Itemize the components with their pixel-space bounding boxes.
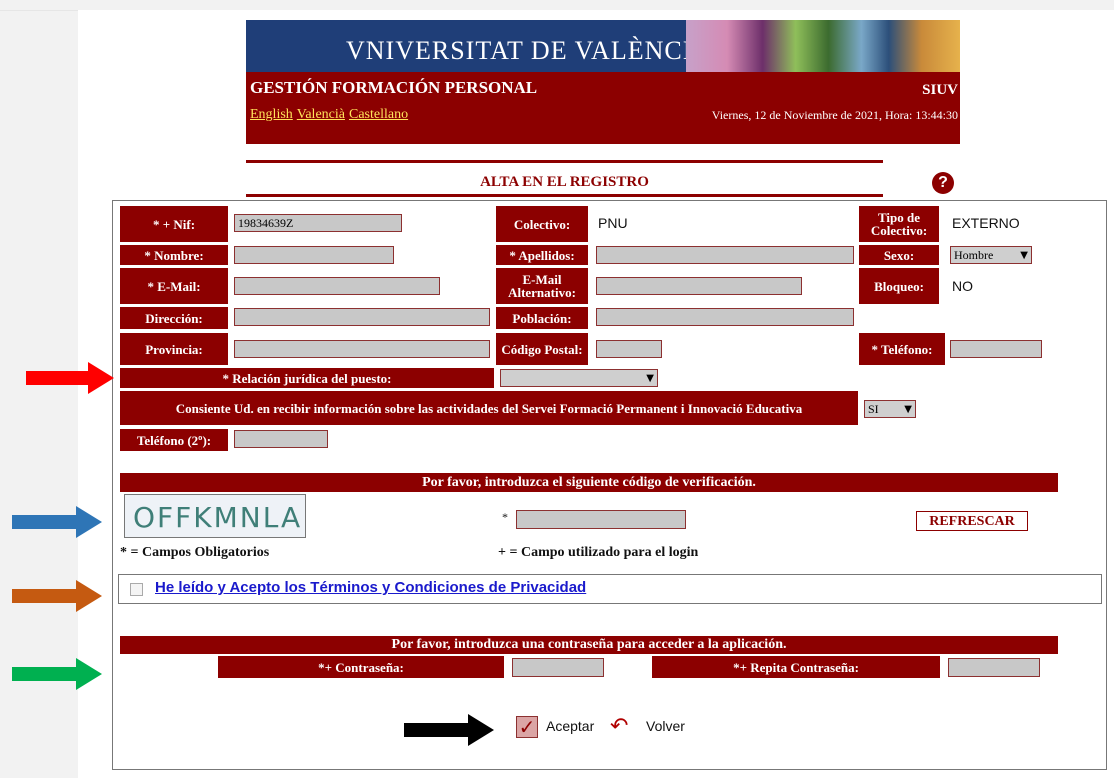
divider-line bbox=[246, 160, 883, 163]
repeat-password-input[interactable] bbox=[948, 658, 1040, 677]
telefono-input[interactable] bbox=[950, 340, 1042, 358]
apellidos-input[interactable] bbox=[596, 246, 854, 264]
relacion-juridica-label: * Relación jurídica del puesto: bbox=[120, 368, 494, 388]
refresh-button[interactable]: REFRESCAR bbox=[916, 511, 1028, 531]
help-icon[interactable]: ? bbox=[932, 172, 954, 194]
provincia-input[interactable] bbox=[234, 340, 490, 358]
poblacion-label: Población: bbox=[496, 307, 588, 329]
terms-row: He leído y Acepto los Términos y Condici… bbox=[118, 574, 1102, 604]
lang-english-link[interactable]: English bbox=[250, 107, 293, 122]
captcha-input[interactable] bbox=[516, 510, 686, 529]
telefono-label: * Teléfono: bbox=[859, 333, 945, 365]
repeat-password-label: *+ Repita Contraseña: bbox=[652, 656, 940, 678]
bloqueo-label: Bloqueo: bbox=[859, 268, 939, 304]
back-arrow-icon[interactable]: ↶ bbox=[610, 716, 636, 738]
university-banner: VNIVERSITAT DE VALÈNCIA bbox=[246, 20, 960, 72]
consiente-select[interactable]: SI ▼ bbox=[864, 400, 916, 418]
email-input[interactable] bbox=[234, 277, 440, 295]
email-alt-label: E-Mail Alternativo: bbox=[496, 268, 588, 304]
lang-valencia-link[interactable]: Valencià bbox=[297, 107, 345, 122]
banner-photos bbox=[686, 20, 960, 72]
relacion-juridica-select[interactable]: ▼ bbox=[500, 369, 658, 387]
bloqueo-value: NO bbox=[952, 278, 973, 294]
lang-castellano-link[interactable]: Castellano bbox=[349, 107, 408, 122]
apellidos-label: * Apellidos: bbox=[496, 245, 588, 265]
consiente-label: Consiente Ud. en recibir información sob… bbox=[120, 391, 858, 425]
codigo-postal-label: Código Postal: bbox=[496, 333, 588, 365]
accept-check-icon[interactable]: ✓ bbox=[516, 716, 538, 738]
password-banner: Por favor, introduzca una contraseña par… bbox=[120, 636, 1058, 654]
chevron-down-icon: ▼ bbox=[904, 403, 912, 415]
terms-checkbox[interactable] bbox=[130, 583, 143, 596]
tipo-colectivo-label: Tipo de Colectivo: bbox=[859, 206, 939, 242]
divider-line bbox=[246, 194, 883, 197]
password-label: *+ Contraseña: bbox=[218, 656, 504, 678]
sexo-label: Sexo: bbox=[859, 245, 939, 265]
nombre-input[interactable] bbox=[234, 246, 394, 264]
captcha-image: OFFKMNLA bbox=[124, 494, 306, 538]
legend-login: + = Campo utilizado para el login bbox=[498, 545, 699, 560]
tipo-colectivo-value: EXTERNO bbox=[952, 215, 1020, 231]
direccion-label: Dirección: bbox=[120, 307, 228, 329]
codigo-postal-input[interactable] bbox=[596, 340, 662, 358]
app-title: GESTIÓN FORMACIÓN PERSONAL bbox=[250, 78, 538, 97]
nif-input[interactable]: 19834639Z bbox=[234, 214, 402, 232]
nif-label: * + Nif: bbox=[120, 206, 228, 242]
sexo-select[interactable]: Hombre ▼ bbox=[950, 246, 1032, 264]
verification-banner: Por favor, introduzca el siguiente códig… bbox=[120, 473, 1058, 492]
chevron-down-icon: ▼ bbox=[646, 372, 654, 384]
nombre-label: * Nombre: bbox=[120, 245, 228, 265]
direccion-input[interactable] bbox=[234, 308, 490, 326]
captcha-text: OFFKMNLA bbox=[133, 501, 303, 534]
email-alt-input[interactable] bbox=[596, 277, 802, 295]
colectivo-label: Colectivo: bbox=[496, 206, 588, 242]
provincia-label: Provincia: bbox=[120, 333, 228, 365]
terms-link[interactable]: He leído y Acepto los Términos y Condici… bbox=[155, 579, 586, 596]
email-label: * E-Mail: bbox=[120, 268, 228, 304]
university-logo: VNIVERSITAT DE VALÈNCIA bbox=[346, 36, 713, 65]
accept-button[interactable]: Aceptar bbox=[546, 718, 594, 734]
legend-required: * = Campos Obligatorios bbox=[120, 545, 270, 560]
app-header: GESTIÓN FORMACIÓN PERSONAL SIUV English V… bbox=[246, 72, 960, 144]
sexo-select-value: Hombre bbox=[954, 247, 994, 262]
current-datetime: Viernes, 12 de Noviembre de 2021, Hora: … bbox=[711, 108, 958, 122]
section-title: ALTA EN EL REGISTRO bbox=[480, 174, 649, 190]
colectivo-value: PNU bbox=[598, 215, 628, 231]
captcha-required-mark: * bbox=[502, 510, 508, 524]
language-links: English Valencià Castellano bbox=[250, 107, 412, 123]
telefono2-label: Teléfono (2º): bbox=[120, 429, 228, 451]
telefono2-input[interactable] bbox=[234, 430, 328, 448]
chevron-down-icon: ▼ bbox=[1020, 249, 1028, 261]
consiente-select-value: SI bbox=[868, 401, 879, 416]
app-code: SIUV bbox=[922, 82, 958, 98]
password-input[interactable] bbox=[512, 658, 604, 677]
poblacion-input[interactable] bbox=[596, 308, 854, 326]
back-button[interactable]: Volver bbox=[646, 718, 685, 734]
